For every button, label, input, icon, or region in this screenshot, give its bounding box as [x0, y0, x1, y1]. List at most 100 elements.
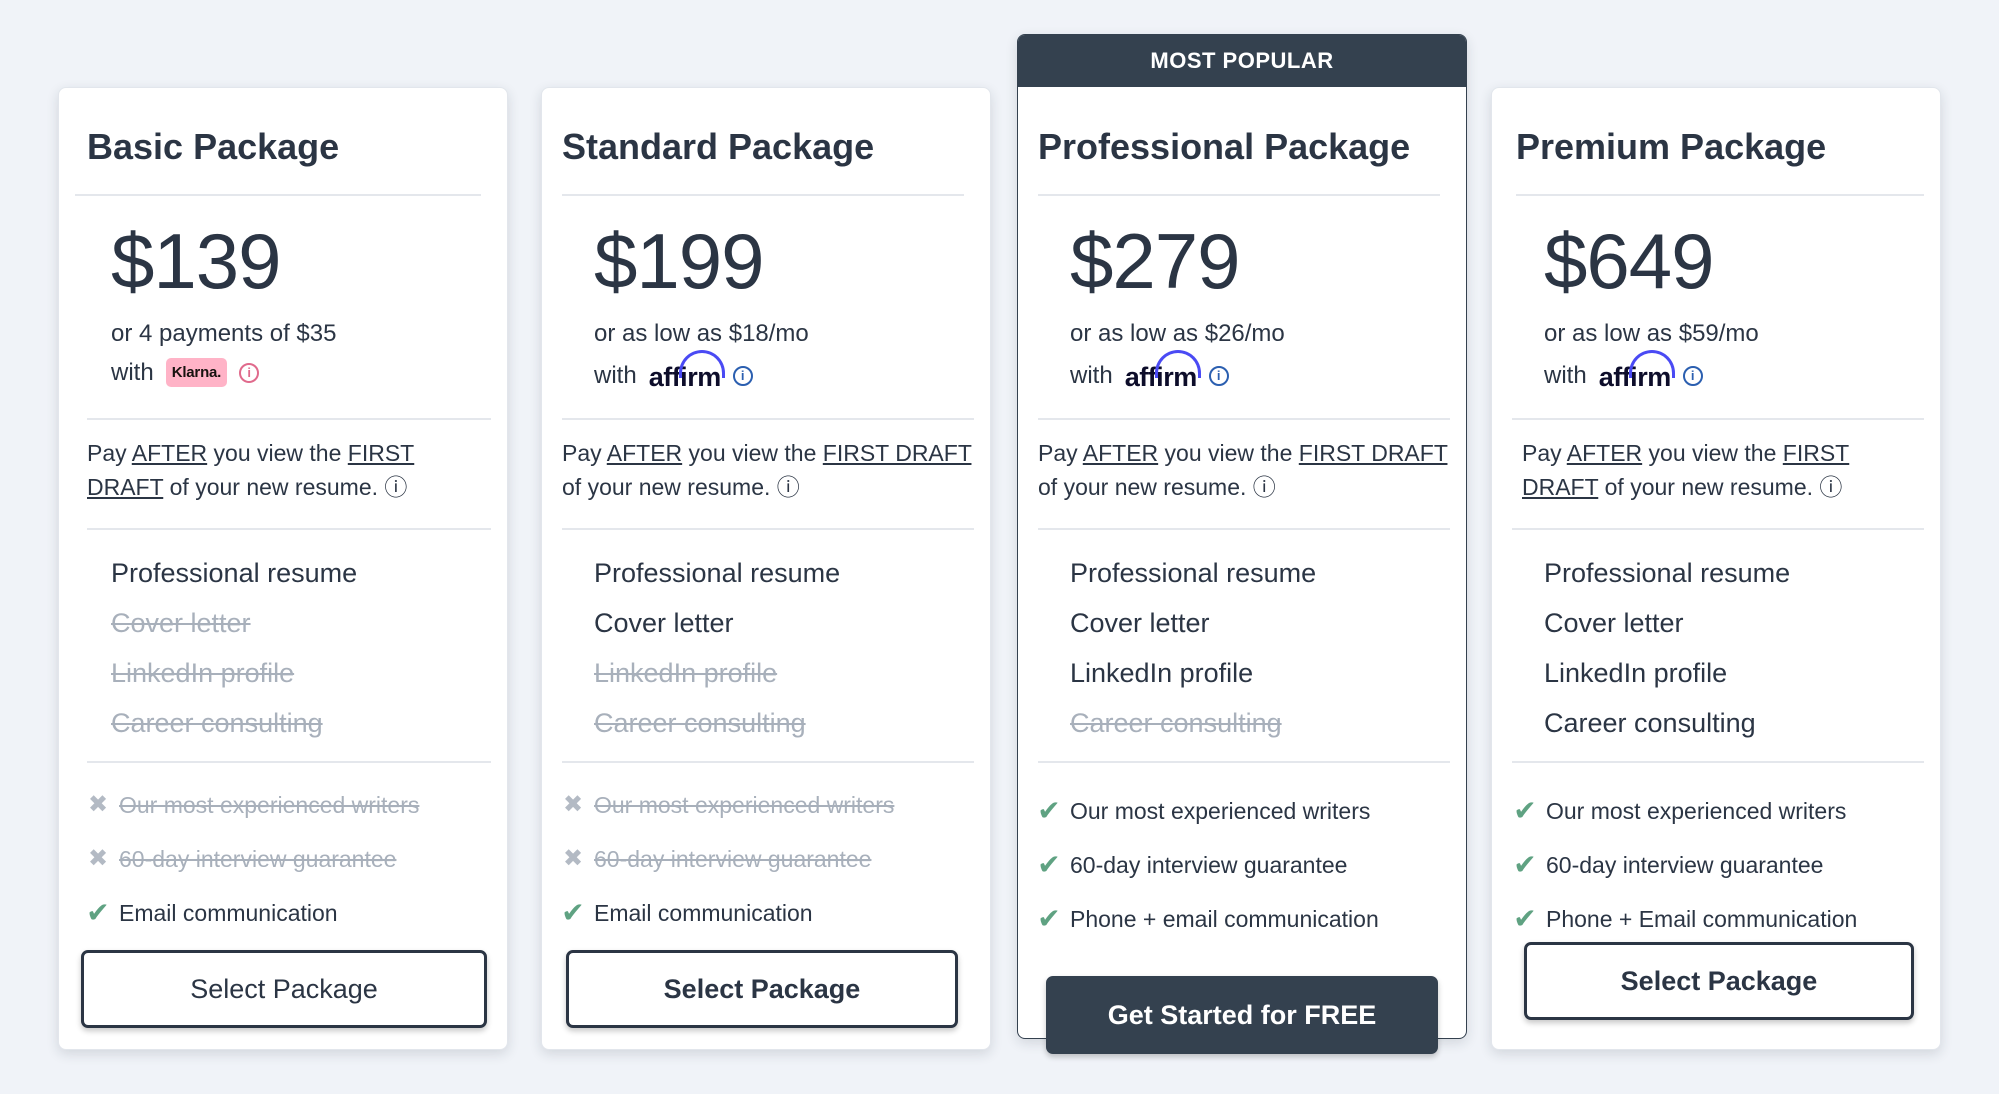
feature-item-excluded: Career consulting: [111, 708, 323, 738]
info-icon[interactable]: i: [1682, 365, 1703, 386]
perk-item: ✔ 60-day interview guarantee: [1512, 838, 1857, 892]
divider: [1516, 194, 1924, 196]
divider: [562, 194, 964, 196]
perk-item-excluded: ✖ Our most experienced writers: [560, 778, 894, 832]
feature-item: Career consulting: [1544, 708, 1756, 738]
perk-item: ✔ Our most experienced writers: [1512, 784, 1857, 838]
card-title: Standard Package: [562, 126, 875, 167]
pricing-card-standard: Standard Package $199 or as low as $18/m…: [541, 87, 991, 1050]
info-icon[interactable]: i: [732, 365, 753, 386]
feature-item-excluded: LinkedIn profile: [111, 658, 295, 688]
feature-item: Cover letter: [594, 608, 734, 638]
get-started-free-button[interactable]: Get Started for FREE: [1046, 976, 1438, 1054]
affirm-arc-icon: [678, 350, 725, 378]
feature-list: Professional resume Cover letter LinkedI…: [1544, 548, 1790, 748]
feature-item: Cover letter: [1070, 608, 1210, 638]
x-icon: ✖: [562, 791, 584, 818]
klarna-logo-icon: Klarna.: [165, 358, 228, 387]
after-link[interactable]: AFTER: [1083, 440, 1158, 466]
installment-text: or as low as $59/mo: [1544, 320, 1759, 347]
pricing-card-professional: MOST POPULAR Professional Package $279 o…: [1017, 34, 1467, 1054]
divider: [562, 761, 974, 763]
with-label: with: [1070, 361, 1113, 389]
check-icon: ✔: [1513, 903, 1537, 934]
check-icon: ✔: [1513, 849, 1537, 880]
perk-list: ✔ Our most experienced writers ✔ 60-day in…: [1512, 784, 1857, 946]
after-link[interactable]: AFTER: [132, 440, 207, 466]
divider: [1512, 418, 1924, 420]
feature-item-excluded: Career consulting: [1070, 708, 1282, 738]
x-icon: ✖: [87, 845, 109, 872]
feature-item: Professional resume: [1544, 558, 1791, 588]
divider: [1038, 528, 1450, 530]
pricing-card-basic: Basic Package $139 or 4 payments of $35 …: [58, 87, 508, 1050]
first-draft-link[interactable]: FIRST DRAFT: [1299, 440, 1448, 466]
installment-text: or as low as $26/mo: [1070, 320, 1285, 347]
feature-item: LinkedIn profile: [1544, 658, 1728, 688]
installment-text: or as low as $18/mo: [594, 320, 809, 347]
perk-list: ✖ Our most experienced writers ✖ 60-day in…: [560, 778, 894, 940]
pay-after-note: Pay AFTER you view the FIRST DRAFT of yo…: [1038, 440, 1448, 500]
with-label: with: [111, 358, 154, 386]
perk-item-excluded: ✖ 60-day interview guarantee: [85, 832, 419, 886]
affirm-arc-icon: [1154, 350, 1201, 378]
info-icon[interactable]: i: [1208, 365, 1229, 386]
pricing-card-premium: Premium Package $649 or as low as $59/mo…: [1491, 87, 1941, 1050]
price: $279: [1070, 217, 1241, 305]
divider: [87, 418, 491, 420]
select-package-button[interactable]: Select Package: [1524, 942, 1914, 1020]
perk-item-excluded: ✖ 60-day interview guarantee: [560, 832, 894, 886]
payment-provider-row: with affirm i: [1070, 350, 1229, 393]
price: $139: [111, 217, 282, 305]
divider: [87, 761, 491, 763]
perk-item: ✔ Phone + Email communication: [1512, 892, 1857, 946]
feature-list: Professional resume Cover letter LinkedI…: [594, 548, 840, 748]
feature-item: Professional resume: [111, 558, 358, 588]
feature-item-excluded: LinkedIn profile: [594, 658, 778, 688]
first-draft-link[interactable]: FIRST DRAFT: [823, 440, 972, 466]
price: $649: [1544, 217, 1715, 305]
perk-item: ✔ Phone + email communication: [1036, 892, 1378, 946]
feature-item: Professional resume: [594, 558, 841, 588]
divider: [1038, 761, 1450, 763]
after-link[interactable]: AFTER: [1567, 440, 1642, 466]
affirm-arc-icon: [1628, 350, 1675, 378]
pay-after-note: Pay AFTER you view the FIRST DRAFT of yo…: [1522, 440, 1850, 500]
feature-item-excluded: Career consulting: [594, 708, 806, 738]
info-icon[interactable]: i: [239, 362, 260, 383]
card-title: Basic Package: [87, 126, 340, 167]
divider: [1512, 761, 1924, 763]
x-icon: ✖: [87, 791, 109, 818]
price: $199: [594, 217, 765, 305]
affirm-logo-icon: affirm: [1599, 350, 1675, 393]
divider: [562, 418, 974, 420]
perk-item: ✔ Our most experienced writers: [1036, 784, 1379, 838]
most-popular-banner: MOST POPULAR: [1018, 35, 1466, 87]
divider: [87, 528, 491, 530]
perk-item-excluded: ✖ Our most experienced writers: [85, 778, 419, 832]
feature-list: Professional resume Cover letter LinkedI…: [111, 548, 357, 748]
feature-list: Professional resume Cover letter LinkedI…: [1070, 548, 1316, 748]
divider: [562, 528, 974, 530]
pay-after-note: Pay AFTER you view the FIRST DRAFT of yo…: [87, 440, 415, 500]
check-icon: ✔: [1513, 795, 1537, 826]
perk-list: ✔ Our most experienced writers ✔ 60-day in…: [1036, 784, 1379, 946]
divider: [75, 194, 481, 196]
feature-item: Professional resume: [1070, 558, 1317, 588]
feature-item-excluded: Cover letter: [111, 608, 251, 638]
check-icon: ✔: [86, 897, 110, 928]
divider: [1512, 528, 1924, 530]
select-package-button[interactable]: Select Package: [81, 950, 487, 1028]
pay-after-note: Pay AFTER you view the FIRST DRAFT of yo…: [562, 440, 972, 500]
check-icon: ✔: [1037, 903, 1061, 934]
payment-provider-row: with affirm i: [594, 350, 753, 393]
perk-list: ✖ Our most experienced writers ✖ 60-day in…: [85, 778, 419, 940]
select-package-button[interactable]: Select Package: [566, 950, 958, 1028]
feature-item: LinkedIn profile: [1070, 658, 1254, 688]
after-link[interactable]: AFTER: [607, 440, 682, 466]
perk-item: ✔ Email communication: [85, 886, 419, 940]
payment-provider-row: with Klarna. i: [111, 358, 260, 387]
check-icon: ✔: [1037, 795, 1061, 826]
perk-item: ✔ 60-day interview guarantee: [1036, 838, 1379, 892]
perk-item: ✔ Email communication: [560, 886, 894, 940]
